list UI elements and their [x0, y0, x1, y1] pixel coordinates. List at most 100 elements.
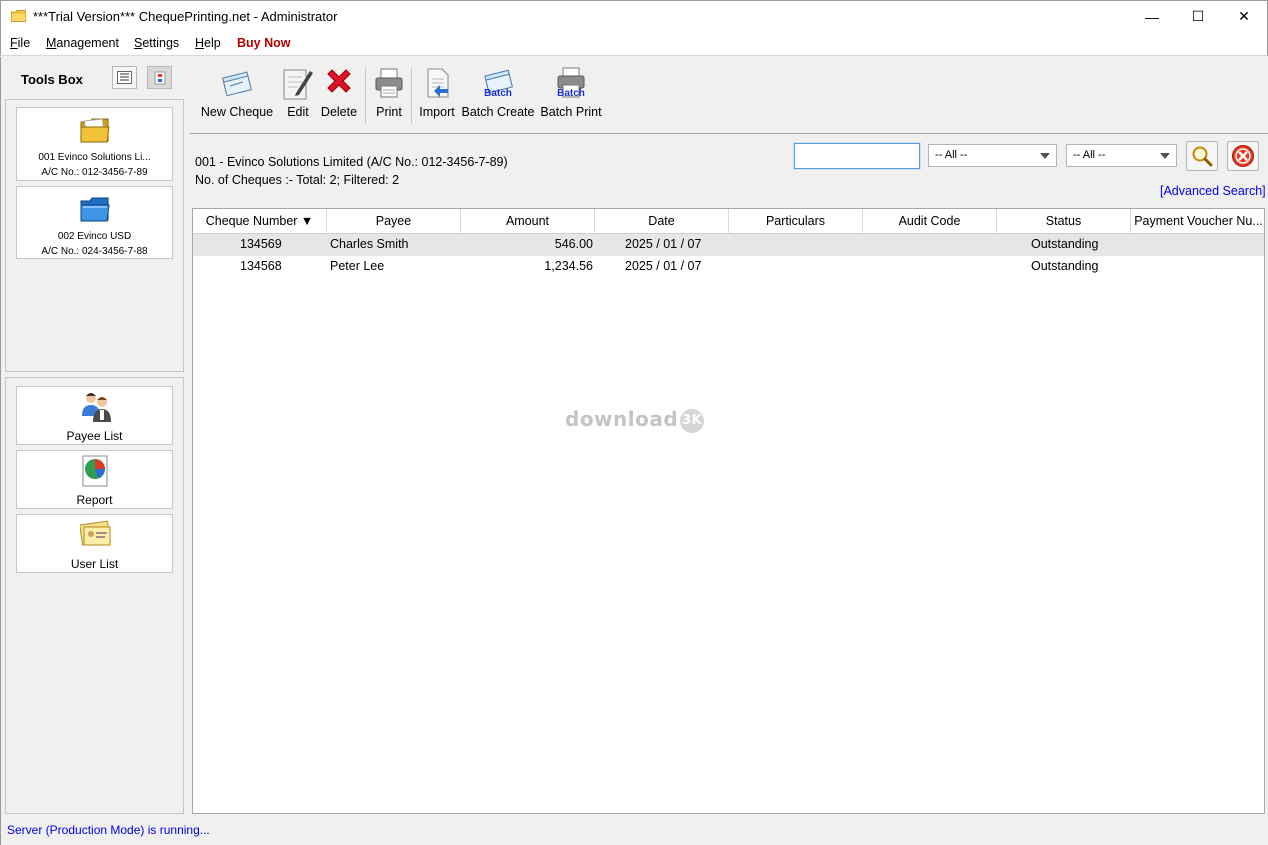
new-cheque-button[interactable]: New Cheque: [197, 63, 277, 123]
cheque-count-info: No. of Cheques :- Total: 2; Filtered: 2: [195, 173, 400, 187]
menu-management[interactable]: Management: [46, 36, 119, 50]
minimize-icon: —: [1145, 8, 1159, 25]
filter-dropdown-2[interactable]: -- All --: [1066, 144, 1177, 167]
maximize-icon: ☐: [1191, 8, 1205, 24]
status-bar: Server (Production Mode) is running...: [0, 815, 1268, 845]
column-header-cheque-number[interactable]: Cheque Number ▼: [193, 209, 327, 234]
menu-buy-now[interactable]: Buy Now: [237, 36, 290, 50]
batch-print-icon: Batch: [557, 67, 585, 99]
column-header-audit-code[interactable]: Audit Code: [863, 209, 997, 234]
folder-icon: [11, 10, 26, 22]
payee-list-button[interactable]: Payee List: [16, 386, 173, 445]
delete-label: Delete: [320, 105, 358, 119]
accounts-panel: 001 Evinco Solutions Li... A/C No.: 012-…: [5, 99, 184, 372]
cancel-icon: [1232, 145, 1254, 167]
new-cheque-label: New Cheque: [200, 105, 274, 119]
report-label: Report: [76, 493, 113, 507]
toolbar-divider: [190, 133, 1268, 134]
icon-view-icon: [154, 71, 165, 84]
search-button[interactable]: [1186, 141, 1218, 171]
folder-blue-icon: [80, 197, 110, 222]
search-icon: [1192, 146, 1213, 167]
account-name: 001 Evinco Solutions Li...: [38, 152, 151, 163]
batch-create-icon: Batch: [484, 69, 513, 99]
chevron-down-icon: [1040, 153, 1050, 159]
report-button[interactable]: Report: [16, 450, 173, 509]
payee-list-label: Payee List: [66, 429, 123, 443]
cell-payee: Peter Lee: [330, 259, 385, 273]
tools-box-panel: Tools Box 001 Evinco Solutions Li... A/C…: [0, 57, 186, 815]
delete-x-icon: [327, 69, 351, 93]
cell-cheque-number: 134568: [240, 259, 282, 273]
batch-badge: Batch: [557, 88, 585, 99]
account-number: A/C No.: 012-3456-7-89: [41, 167, 148, 178]
user-card-icon: [80, 520, 111, 546]
filter-dropdown-1-value: -- All --: [935, 149, 968, 161]
window-title: ***Trial Version*** ChequePrinting.net -…: [33, 9, 338, 24]
toolbar-separator: [365, 67, 366, 124]
close-button[interactable]: ✕: [1221, 1, 1267, 32]
column-header-payment-voucher[interactable]: Payment Voucher Nu...: [1131, 209, 1264, 234]
account-card-001[interactable]: 001 Evinco Solutions Li... A/C No.: 012-…: [16, 107, 173, 181]
menu-file[interactable]: File: [10, 36, 30, 50]
list-view-icon: [117, 71, 132, 84]
table-row[interactable]: 134568 Peter Lee 1,234.56 2025 / 01 / 07…: [193, 256, 1264, 278]
close-icon: ✕: [1238, 8, 1250, 24]
tools-panel: Payee List Report User List: [5, 377, 184, 814]
search-input[interactable]: [794, 143, 920, 169]
account-name: 002 Evinco USD: [57, 231, 132, 242]
folder-open-yellow-icon: [80, 118, 110, 143]
menu-settings[interactable]: Settings: [134, 36, 179, 50]
import-button[interactable]: Import: [416, 63, 458, 123]
menu-help[interactable]: Help: [195, 36, 221, 50]
printer-icon: [375, 68, 403, 98]
cell-status: Outstanding: [1031, 237, 1099, 251]
print-label: Print: [376, 105, 402, 119]
new-cheque-icon: [222, 71, 252, 97]
account-card-002[interactable]: 002 Evinco USD A/C No.: 024-3456-7-88: [16, 186, 173, 259]
edit-label: Edit: [287, 105, 309, 119]
table-header: Cheque Number ▼ Payee Amount Date Partic…: [193, 209, 1264, 234]
import-icon: [427, 68, 449, 98]
user-list-label: User List: [70, 557, 119, 571]
icon-view-button[interactable]: [147, 66, 172, 89]
cell-amount: 1,234.56: [544, 259, 593, 273]
batch-badge: Batch: [484, 88, 512, 99]
cell-payee: Charles Smith: [330, 237, 409, 251]
import-label: Import: [419, 105, 455, 119]
column-header-particulars[interactable]: Particulars: [729, 209, 863, 234]
minimize-button[interactable]: —: [1129, 1, 1175, 32]
filter-dropdown-1[interactable]: -- All --: [928, 144, 1057, 167]
status-text: Server (Production Mode) is running...: [7, 823, 210, 837]
title-bar: ***Trial Version*** ChequePrinting.net -…: [0, 0, 1268, 31]
cell-cheque-number: 134569: [240, 237, 282, 251]
cell-date: 2025 / 01 / 07: [625, 259, 702, 273]
download3k-watermark: download 3K: [565, 407, 705, 433]
column-header-payee[interactable]: Payee: [327, 209, 461, 234]
column-header-date[interactable]: Date: [595, 209, 729, 234]
user-list-button[interactable]: User List: [16, 514, 173, 573]
edit-button[interactable]: Edit: [280, 63, 316, 123]
edit-pencil-icon: [283, 69, 313, 100]
advanced-search-link[interactable]: [Advanced Search]: [1160, 184, 1266, 198]
delete-button[interactable]: Delete: [319, 63, 359, 123]
batch-create-button[interactable]: Batch Batch Create: [460, 63, 536, 123]
clear-filter-button[interactable]: [1227, 141, 1259, 171]
table-row[interactable]: 134569 Charles Smith 546.00 2025 / 01 / …: [193, 234, 1264, 256]
print-button[interactable]: Print: [370, 63, 408, 123]
cell-status: Outstanding: [1031, 259, 1099, 273]
account-number: A/C No.: 024-3456-7-88: [41, 246, 148, 257]
toolbar-separator: [411, 67, 412, 124]
column-header-status[interactable]: Status: [997, 209, 1131, 234]
list-view-button[interactable]: [112, 66, 137, 89]
menu-bar: File Management Settings Help Buy Now: [0, 31, 1268, 56]
chevron-down-icon: [1160, 153, 1170, 159]
cell-amount: 546.00: [554, 237, 593, 251]
batch-print-label: Batch Print: [540, 105, 602, 119]
maximize-button[interactable]: ☐: [1175, 1, 1221, 32]
column-header-amount[interactable]: Amount: [461, 209, 595, 234]
batch-print-button[interactable]: Batch Batch Print: [539, 63, 603, 123]
account-info: 001 - Evinco Solutions Limited (A/C No.:…: [195, 155, 508, 169]
batch-create-label: Batch Create: [461, 105, 535, 119]
filter-dropdown-2-value: -- All --: [1073, 149, 1106, 161]
